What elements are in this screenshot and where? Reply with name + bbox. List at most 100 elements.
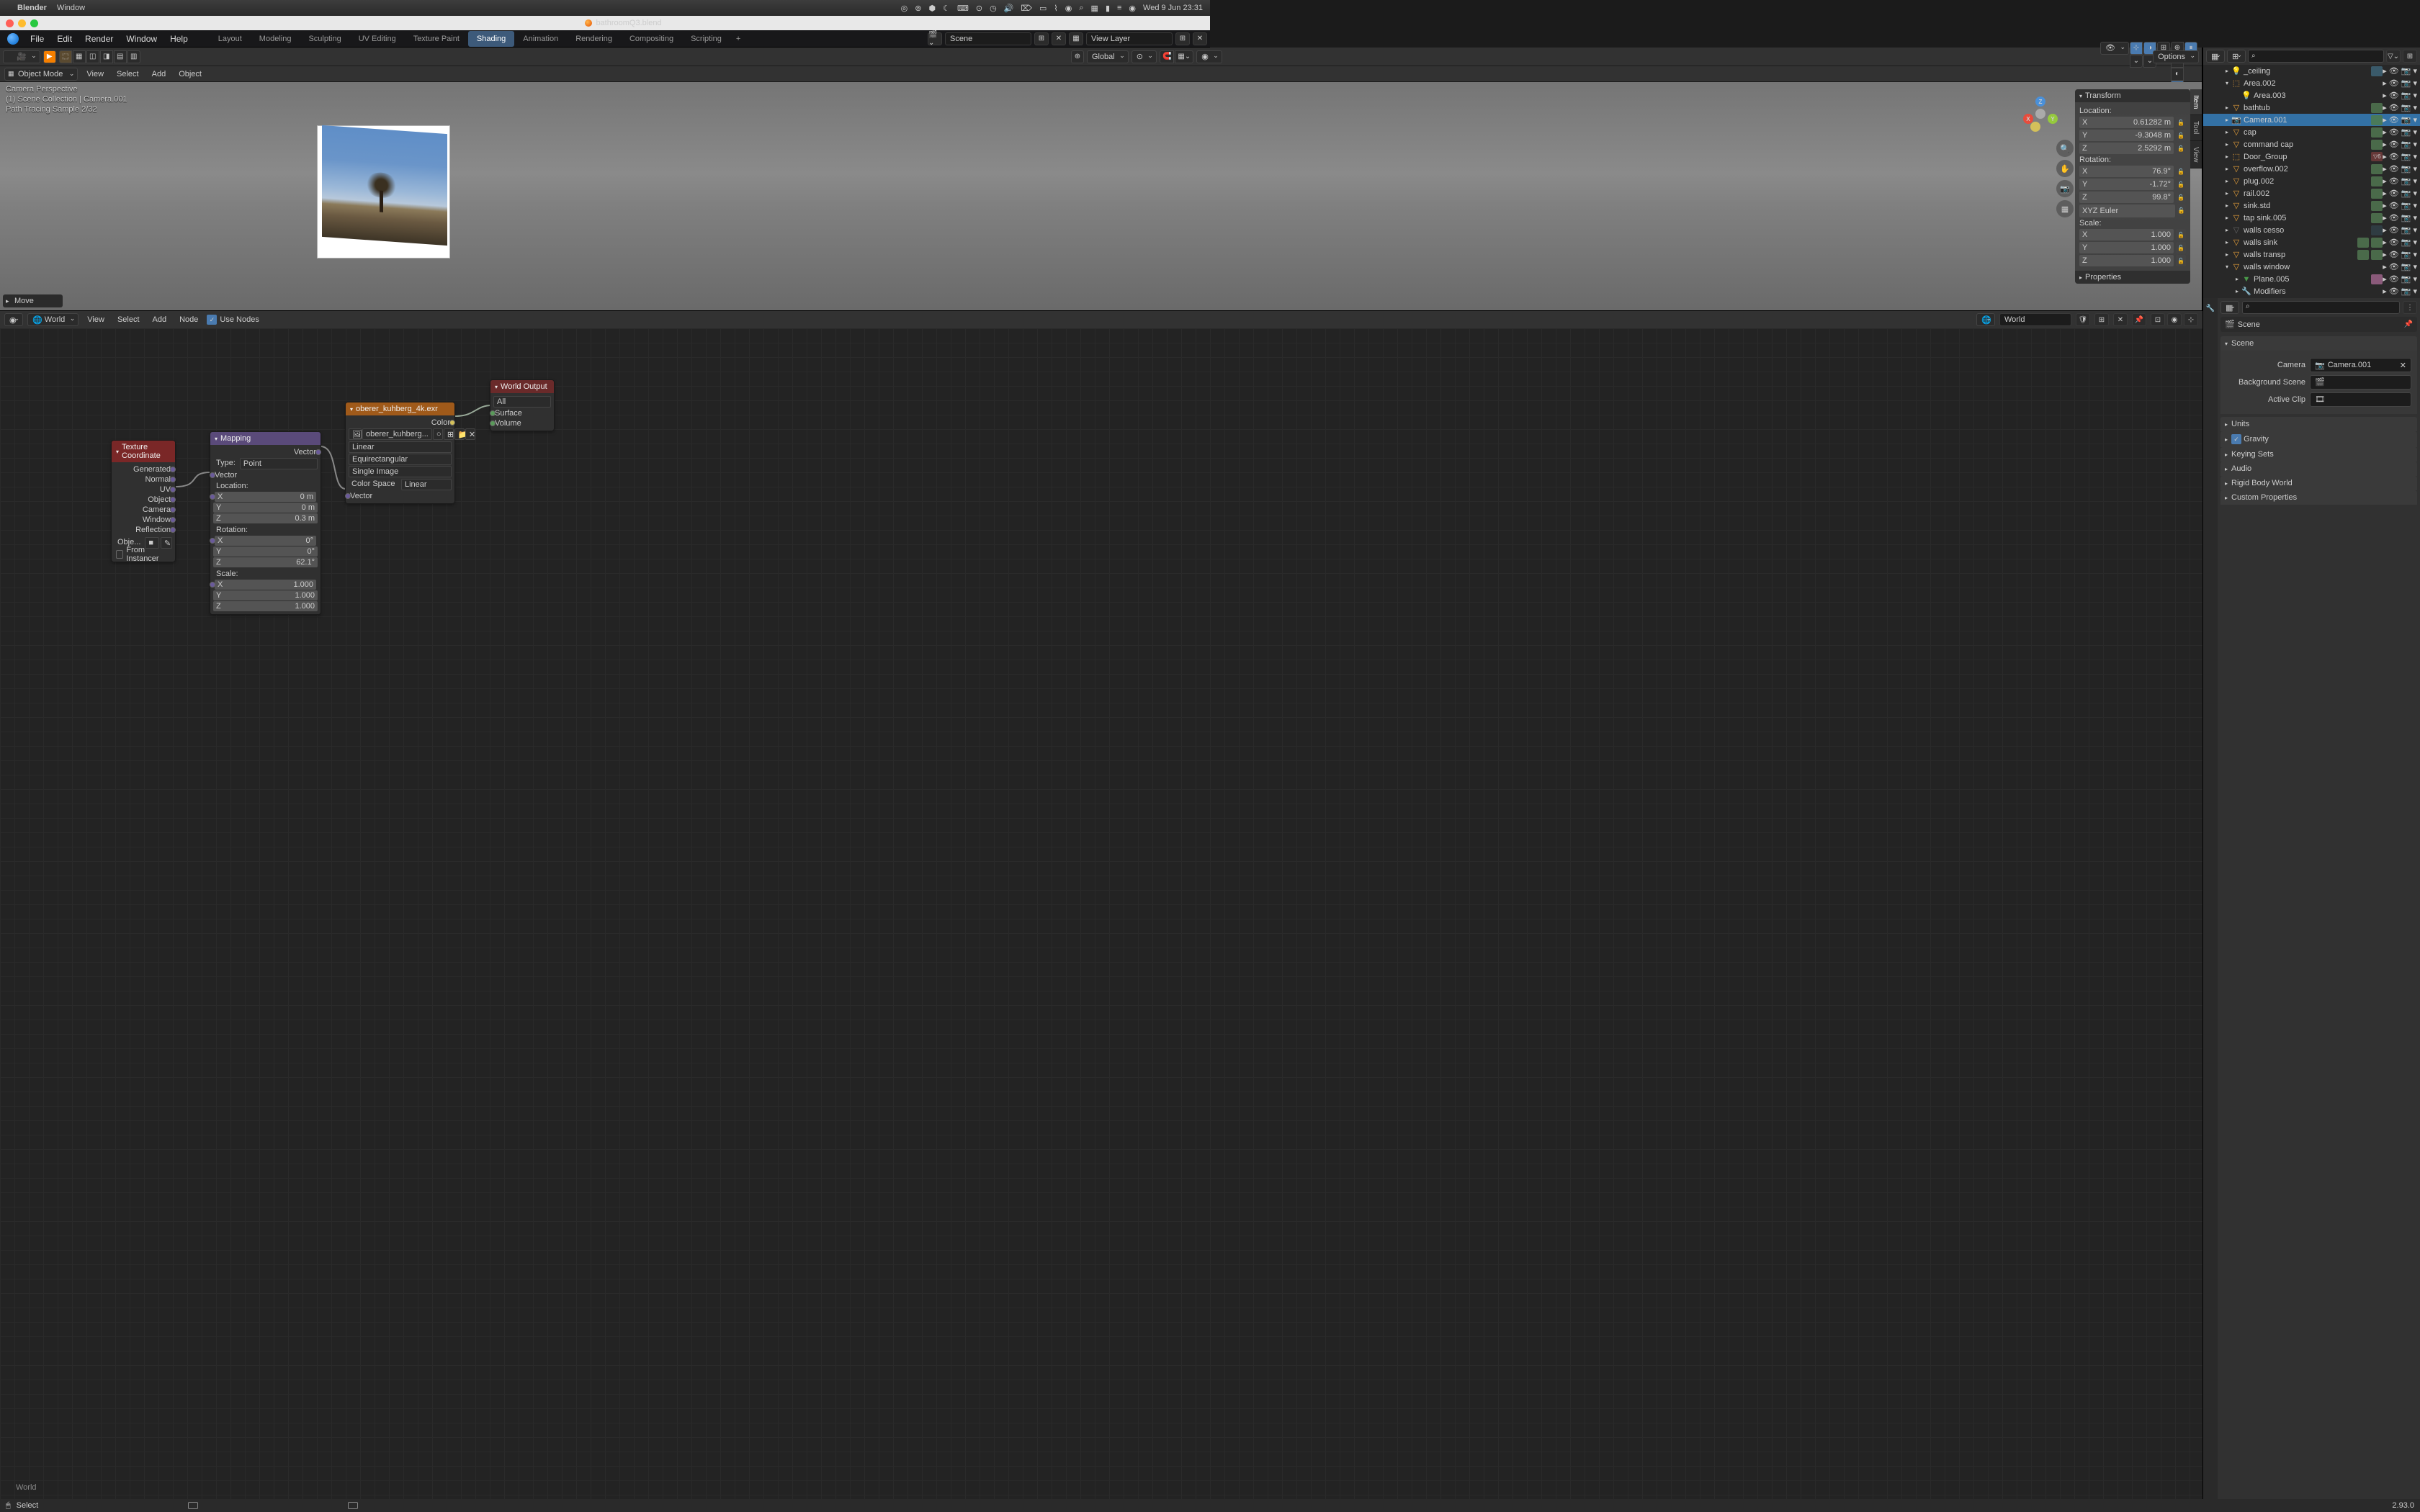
- select-tool[interactable]: ▤: [114, 50, 127, 63]
- disclosure-icon[interactable]: ▸: [2223, 251, 2231, 258]
- render-toggle[interactable]: 📷: [2401, 189, 2411, 198]
- disclosure-icon[interactable]: ▸: [2223, 117, 2231, 123]
- outliner-item-name[interactable]: Plane.005: [2252, 275, 2369, 284]
- rotation-mode-dropdown[interactable]: XYZ Euler: [2079, 204, 2175, 217]
- gizmo-toggle[interactable]: ⊹: [2130, 42, 2143, 55]
- ne-menu-node[interactable]: Node: [175, 314, 202, 325]
- more-toggle[interactable]: ▾: [2413, 176, 2417, 186]
- socket-normal[interactable]: [170, 477, 176, 482]
- tray-search-icon[interactable]: ⌕: [1079, 4, 1083, 13]
- outliner-item-name[interactable]: _ceiling: [2242, 67, 2369, 76]
- more-toggle[interactable]: ▾: [2413, 262, 2417, 271]
- tray-flag-icon[interactable]: ▮: [1106, 4, 1110, 13]
- ne-menu-select[interactable]: Select: [113, 314, 144, 325]
- image-new-button[interactable]: ⊞: [444, 428, 454, 440]
- map-rot-x[interactable]: X0°: [215, 536, 316, 546]
- tab-rendering[interactable]: Rendering: [567, 31, 621, 47]
- props-editor-type[interactable]: ▦: [2220, 301, 2239, 314]
- orientation-icon[interactable]: ⊕: [1071, 50, 1084, 63]
- outliner-view-dropdown[interactable]: ⊞: [2227, 50, 2246, 63]
- disable-toggle[interactable]: ▸: [2383, 78, 2387, 88]
- zoom-icon[interactable]: 🔍: [2056, 140, 2074, 157]
- disable-toggle[interactable]: ▸: [2383, 140, 2387, 149]
- scale-z-input[interactable]: Z1.000: [2079, 255, 2174, 266]
- outliner-item-name[interactable]: tap sink.005: [2242, 214, 2369, 222]
- render-toggle[interactable]: 📷: [2401, 238, 2411, 247]
- more-toggle[interactable]: ▾: [2413, 115, 2417, 125]
- select-tool[interactable]: ▦: [73, 50, 86, 63]
- more-toggle[interactable]: ▾: [2413, 213, 2417, 222]
- pin-button[interactable]: 📌: [2132, 313, 2146, 326]
- fake-user-button[interactable]: 🛡: [2076, 313, 2090, 326]
- tray-icon[interactable]: ⌨: [957, 4, 969, 13]
- map-loc-y[interactable]: Y0 m: [213, 503, 318, 513]
- viewlayer-new-button[interactable]: ⊞: [1175, 32, 1190, 45]
- tray-icon[interactable]: ≡: [1117, 4, 1121, 12]
- disclosure-icon[interactable]: ▸: [2223, 215, 2231, 221]
- disable-toggle[interactable]: ▸: [2383, 225, 2387, 235]
- disclosure-icon[interactable]: ▸: [2233, 276, 2241, 282]
- outliner-item-name[interactable]: Area.002: [2242, 79, 2383, 88]
- ne-tool-button[interactable]: ⊡: [2151, 313, 2165, 326]
- node-world-output[interactable]: World Output All Surface Volume: [490, 379, 555, 431]
- shading-material[interactable]: ◐: [2171, 68, 2184, 81]
- outliner-display-mode[interactable]: ▦: [2206, 50, 2225, 63]
- data-badge[interactable]: [2371, 189, 2383, 199]
- render-toggle[interactable]: 📷: [2401, 274, 2411, 284]
- outliner-item-name[interactable]: Area.003: [2252, 91, 2383, 100]
- node-canvas[interactable]: Texture Coordinate Generated Normal UV O…: [0, 328, 2202, 1499]
- colorspace-dropdown[interactable]: Linear: [401, 479, 452, 490]
- disclosure-icon[interactable]: ▸: [2223, 68, 2231, 74]
- outliner-item-name[interactable]: Camera.001: [2242, 116, 2369, 125]
- disclosure-icon[interactable]: ▸: [2223, 104, 2231, 111]
- tab-scripting[interactable]: Scripting: [682, 31, 730, 47]
- disable-toggle[interactable]: ▸: [2383, 201, 2387, 210]
- render-toggle[interactable]: 📷: [2401, 66, 2411, 76]
- outliner-row[interactable]: ▸▽walls cesso▸👁📷▾: [2203, 224, 2420, 236]
- blender-logo-icon[interactable]: [7, 33, 19, 45]
- node-environment-texture[interactable]: oberer_kuhberg_4k.exr Color 🖼 oberer_kuh…: [345, 402, 455, 504]
- outliner-row[interactable]: ▸▽plug.002▸👁📷▾: [2203, 175, 2420, 187]
- data-badge[interactable]: [2371, 238, 2383, 248]
- tray-icon[interactable]: ⬢: [929, 4, 936, 13]
- world-name-input[interactable]: [1999, 313, 2071, 326]
- socket-color-out[interactable]: [449, 420, 455, 426]
- hide-toggle[interactable]: 👁: [2389, 238, 2399, 247]
- navigation-gizmo[interactable]: Z X Y: [2023, 96, 2058, 131]
- maximize-button[interactable]: [30, 19, 38, 27]
- loc-y-input[interactable]: Y-9.3048 m: [2079, 130, 2174, 141]
- hide-toggle[interactable]: 👁: [2389, 78, 2399, 88]
- props-tab[interactable]: 🔧: [2203, 301, 2218, 315]
- render-toggle[interactable]: 📷: [2401, 127, 2411, 137]
- mac-menu-window[interactable]: Window: [57, 4, 85, 12]
- gizmo-options[interactable]: ⌄: [2130, 55, 2143, 68]
- disable-toggle[interactable]: ▸: [2383, 103, 2387, 112]
- disclosure-icon[interactable]: ▸: [2223, 190, 2231, 197]
- image-users-button[interactable]: ○: [433, 428, 443, 440]
- outliner-row[interactable]: ▸▽rail.002▸👁📷▾: [2203, 187, 2420, 199]
- menu-file[interactable]: File: [24, 31, 50, 47]
- outliner-item-name[interactable]: walls transp: [2242, 251, 2355, 259]
- outliner-row[interactable]: ▸▼Plane.005▸👁📷▾: [2203, 273, 2420, 285]
- npanel-tab-item[interactable]: Item: [2190, 89, 2202, 115]
- tray-volume-icon[interactable]: 🔊: [1004, 4, 1014, 13]
- shader-node-editor[interactable]: ◉ 🌐 World View Select Add Node ✓Use Node…: [0, 310, 2202, 1499]
- interactive-mode-button[interactable]: ▶: [43, 50, 56, 63]
- mac-clock[interactable]: Wed 9 Jun 23:31: [1143, 4, 1203, 12]
- active-clip-selector[interactable]: 🎞: [2310, 392, 2411, 407]
- select-tool[interactable]: ▥: [127, 50, 140, 63]
- map-scale-x[interactable]: X1.000: [215, 580, 316, 590]
- socket-vector-out[interactable]: [315, 449, 321, 455]
- viewport-menu-object[interactable]: Object: [174, 68, 206, 80]
- data-badge[interactable]: [2371, 127, 2383, 138]
- select-tool[interactable]: ◨: [100, 50, 113, 63]
- socket-window[interactable]: [170, 517, 176, 523]
- tab-uv-editing[interactable]: UV Editing: [350, 31, 405, 47]
- more-toggle[interactable]: ▾: [2413, 164, 2417, 174]
- pan-icon[interactable]: ✋: [2056, 160, 2074, 177]
- disclosure-icon[interactable]: ▸: [2223, 141, 2231, 148]
- lock-icon[interactable]: 🔓: [2176, 255, 2186, 266]
- disable-toggle[interactable]: ▸: [2383, 213, 2387, 222]
- pin-icon[interactable]: 📌: [2404, 320, 2413, 328]
- scale-y-input[interactable]: Y1.000: [2079, 242, 2174, 253]
